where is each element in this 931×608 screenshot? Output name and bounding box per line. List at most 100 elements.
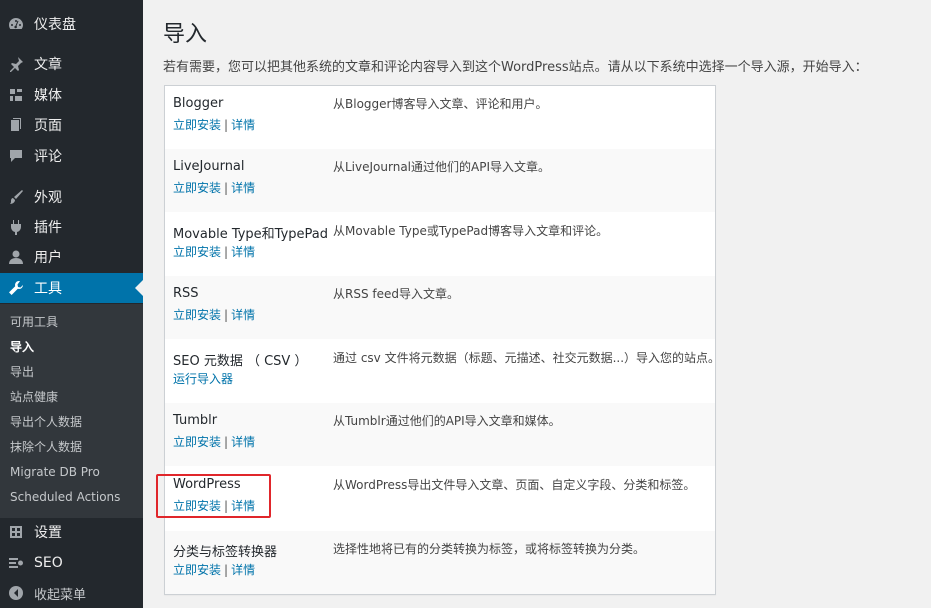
menu-label: 页面 — [34, 118, 62, 134]
menu-tools[interactable]: 工具 — [0, 273, 143, 303]
menu-label: 评论 — [34, 149, 62, 165]
details-link[interactable]: 详情 — [231, 118, 255, 132]
page-title: 导入 — [163, 22, 208, 47]
install-now-link[interactable]: 立即安装 — [173, 308, 221, 322]
menu-media[interactable]: 媒体 — [0, 80, 143, 110]
importer-description: 从WordPress导出文件导入文章、页面、自定义字段、分类和标签。 — [333, 478, 696, 492]
menu-seo[interactable]: SEO — [0, 548, 143, 578]
importer-actions: 立即安装 | 详情 — [173, 497, 255, 514]
menu-label: 收起菜单 — [34, 587, 87, 603]
page-intro: 若有需要，您可以把其他系统的文章和评论内容导入到这个WordPress站点。请从… — [163, 60, 868, 75]
menu-plugins[interactable]: 插件 — [0, 212, 143, 242]
importer-row-wordpress: WordPress 立即安装 | 详情 从WordPress导出文件导入文章、页面、… — [165, 467, 715, 530]
install-now-link[interactable]: 立即安装 — [173, 435, 221, 449]
importer-row-rss: RSS 立即安装 | 详情 从RSS feed导入文章。 — [165, 276, 715, 339]
importer-name: Blogger — [173, 96, 224, 111]
media-icon — [8, 87, 24, 103]
menu-posts[interactable]: 文章 — [0, 49, 143, 79]
separator: | — [224, 308, 229, 322]
importer-row-livejournal: LiveJournal 立即安装 | 详情 从LiveJournal通过他们的API… — [165, 149, 715, 212]
importer-description: 通过 csv 文件将元数据（标题、元描述、社交元数据...）导入您的站点。 — [333, 351, 721, 365]
importer-name: Tumblr — [173, 413, 218, 428]
pin-icon — [8, 56, 24, 72]
importer-actions: 立即安装 | 详情 — [173, 116, 255, 133]
details-link[interactable]: 详情 — [231, 308, 255, 322]
importer-row-blogger: Blogger 立即安装 | 详情 从Blogger博客导入文章、评论和用户。 — [165, 86, 715, 149]
menu-label: 用户 — [34, 250, 62, 266]
seo-icon — [8, 555, 24, 571]
menu-label: 外观 — [34, 190, 62, 206]
menu-pages[interactable]: 页面 — [0, 110, 143, 140]
submenu-export[interactable]: 导出 — [10, 362, 34, 382]
importer-actions: 立即安装 | 详情 — [173, 243, 255, 260]
separator: | — [224, 563, 229, 577]
importer-actions: 运行导入器 — [173, 370, 233, 387]
importer-description: 从Movable Type或TypePad博客导入文章和评论。 — [333, 224, 609, 238]
separator: | — [224, 181, 229, 195]
submenu-erase-personal-data[interactable]: 抹除个人数据 — [10, 437, 82, 457]
separator: | — [224, 118, 229, 132]
importer-description: 从Tumblr通过他们的API导入文章和媒体。 — [333, 414, 561, 428]
run-importer-link[interactable]: 运行导入器 — [173, 372, 233, 386]
importer-name: LiveJournal — [173, 159, 245, 174]
separator: | — [224, 245, 229, 259]
menu-users[interactable]: 用户 — [0, 242, 143, 272]
menu-label: 文章 — [34, 57, 62, 73]
menu-settings[interactable]: 设置 — [0, 517, 143, 547]
importer-name: SEO 元数据 （ CSV ） — [173, 354, 308, 369]
submenu-available-tools[interactable]: 可用工具 — [10, 312, 58, 332]
menu-label: 媒体 — [34, 88, 62, 104]
dashboard-icon — [8, 16, 24, 32]
importer-row-movable-type: Movable Type和TypePad 立即安装 | 详情 从Movable Ty… — [165, 213, 715, 276]
submenu-scheduled-actions[interactable]: Scheduled Actions — [10, 487, 120, 507]
main-content: 导入 若有需要，您可以把其他系统的文章和评论内容导入到这个WordPress站点… — [143, 0, 931, 608]
menu-dashboard[interactable]: 仪表盘 — [0, 9, 143, 39]
collapse-icon — [8, 585, 24, 601]
menu-label: 插件 — [34, 220, 62, 236]
tools-submenu: 可用工具 导入 导出 站点健康 导出个人数据 抹除个人数据 Migrate DB… — [0, 304, 143, 518]
page-icon — [8, 117, 24, 133]
details-link[interactable]: 详情 — [231, 181, 255, 195]
install-now-link[interactable]: 立即安装 — [173, 118, 221, 132]
menu-label: 仪表盘 — [34, 17, 76, 33]
settings-icon — [8, 524, 24, 540]
brush-icon — [8, 189, 24, 205]
importer-description: 从RSS feed导入文章。 — [333, 287, 459, 301]
importer-row-category-tag-converter: 分类与标签转换器 立即安装 | 详情 选择性地将已有的分类转换为标签，或将标签转换为… — [165, 531, 715, 594]
plugin-icon — [8, 219, 24, 235]
submenu-import[interactable]: 导入 — [10, 337, 34, 357]
menu-comments[interactable]: 评论 — [0, 141, 143, 171]
importer-actions: 立即安装 | 详情 — [173, 433, 255, 450]
details-link[interactable]: 详情 — [231, 245, 255, 259]
details-link[interactable]: 详情 — [231, 435, 255, 449]
importer-description: 从Blogger博客导入文章、评论和用户。 — [333, 97, 548, 111]
menu-label: SEO — [34, 555, 63, 571]
importer-name: 分类与标签转换器 — [173, 545, 278, 560]
menu-label: 设置 — [34, 525, 62, 541]
importer-actions: 立即安装 | 详情 — [173, 561, 255, 578]
separator: | — [224, 435, 229, 449]
importers-table: Blogger 立即安装 | 详情 从Blogger博客导入文章、评论和用户。 Li… — [164, 85, 720, 595]
importer-actions: 立即安装 | 详情 — [173, 306, 255, 323]
comment-icon — [8, 148, 24, 164]
details-link[interactable]: 详情 — [231, 499, 255, 513]
user-icon — [8, 249, 24, 265]
importer-name: Movable Type和TypePad — [173, 227, 329, 242]
wrench-icon — [8, 280, 24, 296]
submenu-migrate-db-pro[interactable]: Migrate DB Pro — [10, 462, 100, 482]
importer-name: RSS — [173, 286, 199, 301]
importer-description: 选择性地将已有的分类转换为标签，或将标签转换为分类。 — [333, 542, 646, 556]
importer-description: 从LiveJournal通过他们的API导入文章。 — [333, 160, 550, 174]
install-now-link[interactable]: 立即安装 — [173, 181, 221, 195]
submenu-export-personal-data[interactable]: 导出个人数据 — [10, 412, 82, 432]
menu-appearance[interactable]: 外观 — [0, 182, 143, 212]
install-now-link[interactable]: 立即安装 — [173, 563, 221, 577]
install-now-link[interactable]: 立即安装 — [173, 499, 221, 513]
submenu-site-health[interactable]: 站点健康 — [10, 387, 58, 407]
install-now-link[interactable]: 立即安装 — [173, 245, 221, 259]
importer-row-tumblr: Tumblr 立即安装 | 详情 从Tumblr通过他们的API导入文章和媒体。 — [165, 403, 715, 466]
details-link[interactable]: 详情 — [231, 563, 255, 577]
menu-label: 工具 — [34, 281, 62, 297]
separator: | — [224, 499, 229, 513]
collapse-menu-button[interactable]: 收起菜单 — [0, 578, 143, 608]
